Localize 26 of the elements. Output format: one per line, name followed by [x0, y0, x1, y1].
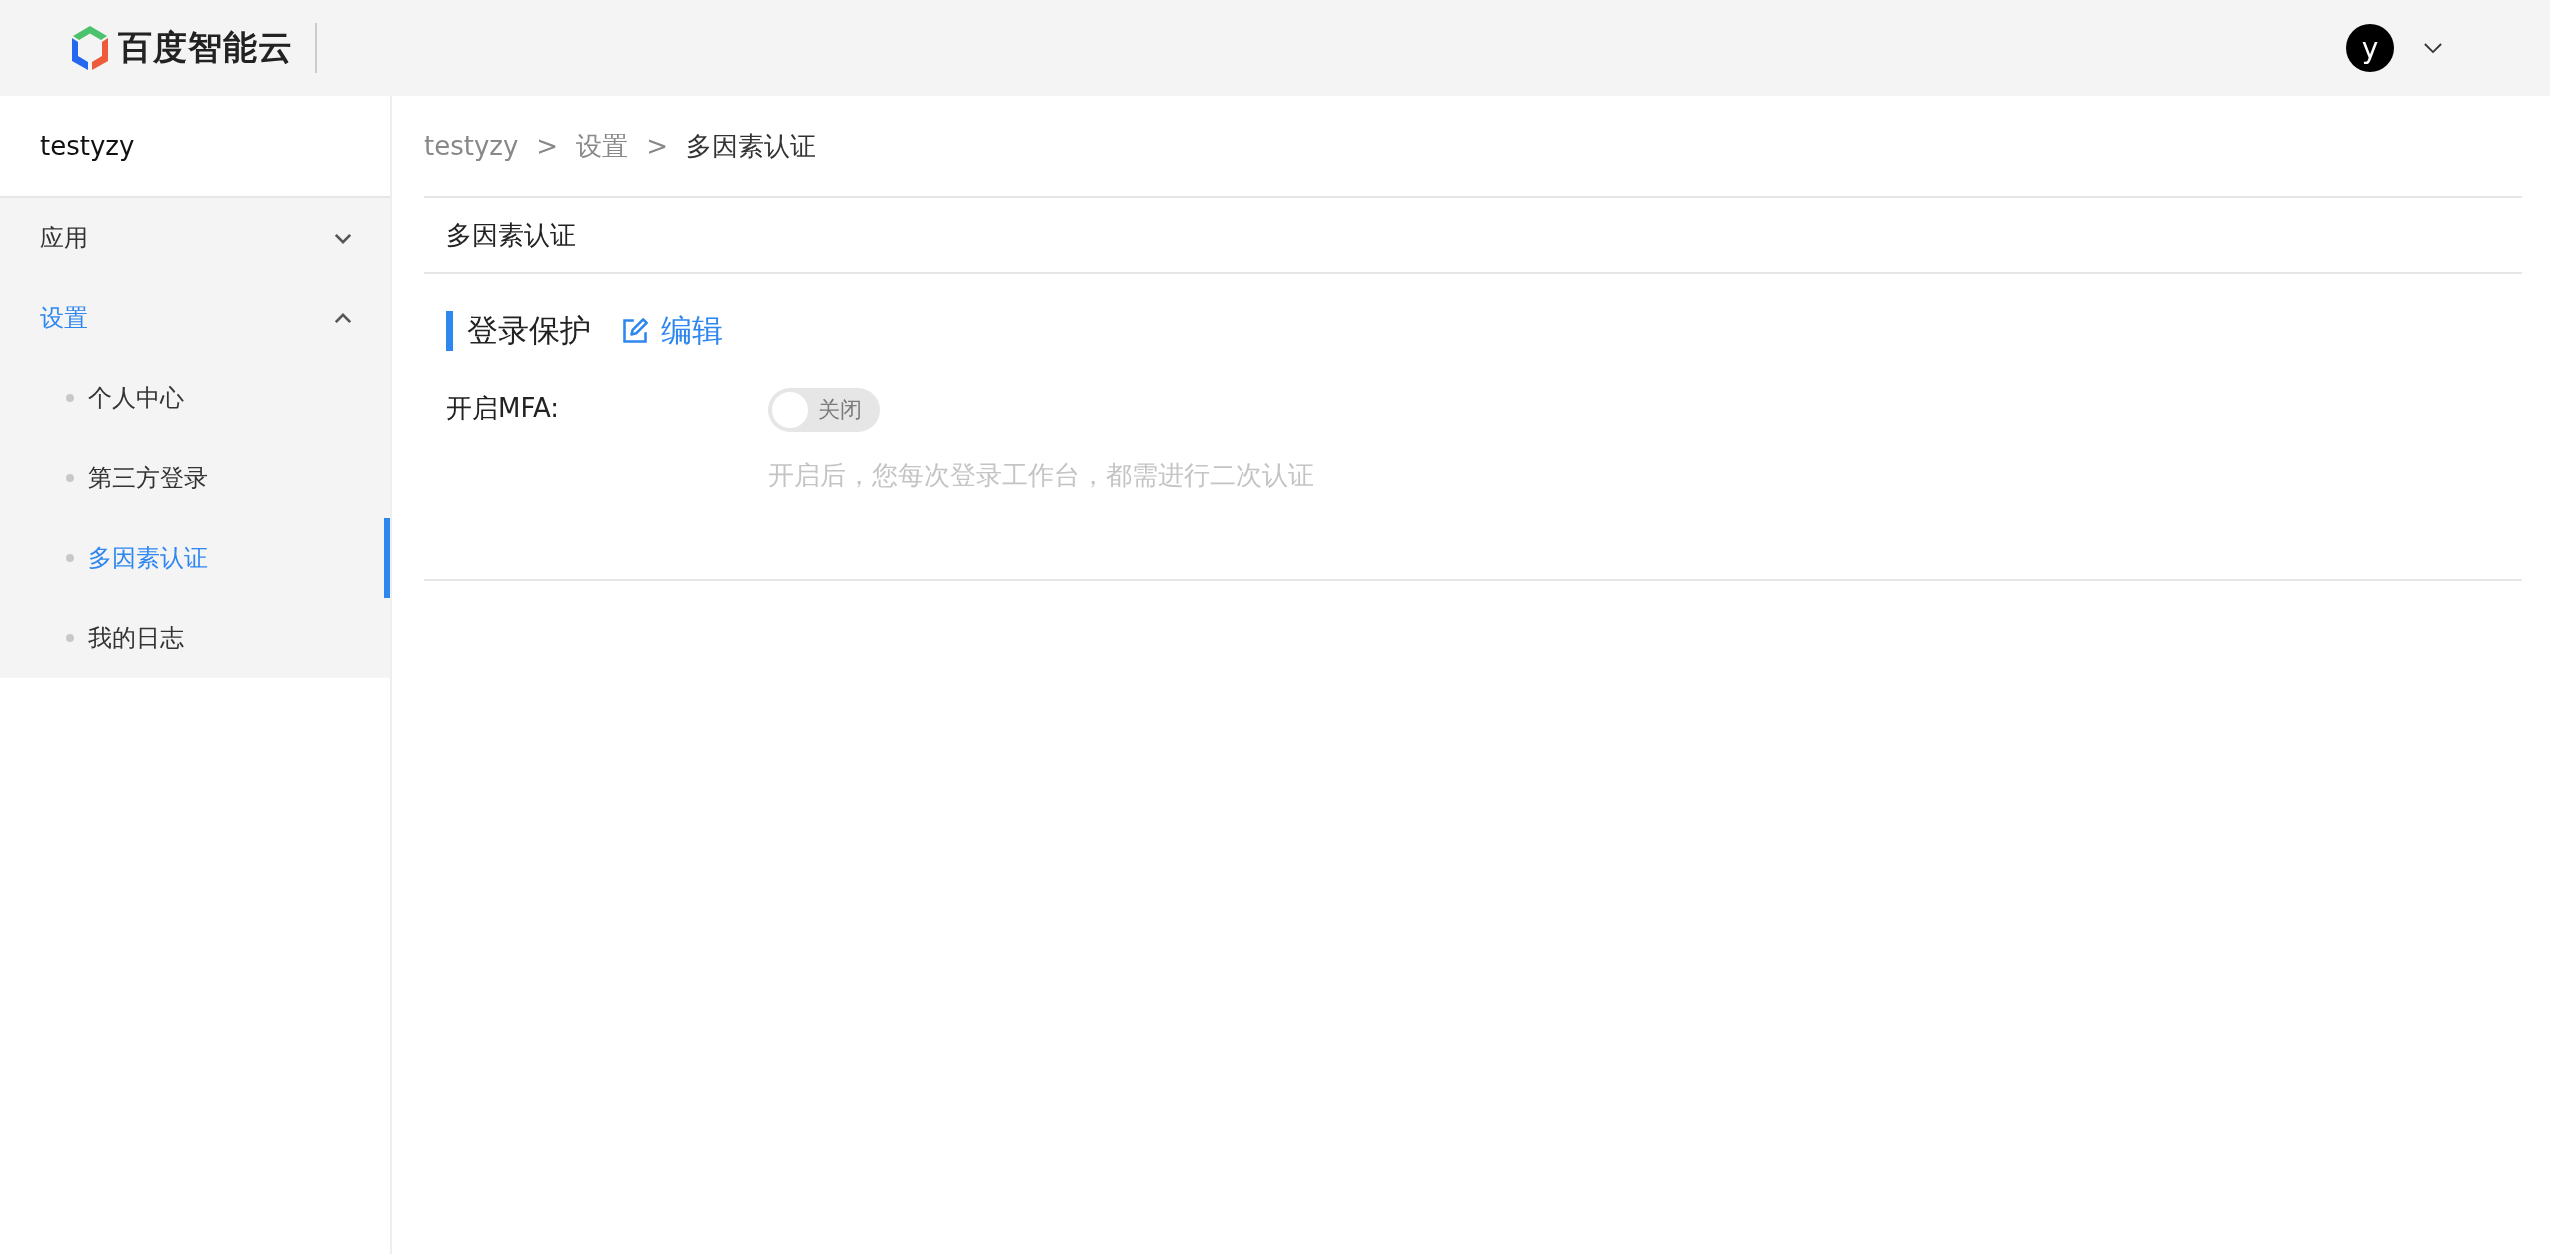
bullet-icon	[66, 554, 74, 562]
breadcrumb-item: 多因素认证	[685, 129, 816, 163]
caret-down-icon[interactable]	[2424, 42, 2442, 54]
section-title: 登录保护	[467, 311, 591, 350]
logo-icon	[70, 24, 110, 72]
breadcrumb-item[interactable]: 设置	[576, 128, 629, 164]
field-label: 开启MFA:	[446, 392, 561, 425]
breadcrumb-separator: >	[646, 131, 668, 161]
section-marker	[446, 311, 453, 351]
edit-link[interactable]: 编辑	[621, 310, 723, 352]
bullet-icon	[66, 394, 74, 402]
sidebar-menu-item[interactable]: 应用	[0, 198, 390, 278]
sidebar-submenu-item[interactable]: 我的日志	[0, 598, 390, 678]
bullet-icon	[66, 474, 74, 482]
breadcrumb-item[interactable]: testyzy	[424, 131, 519, 161]
sidebar-submenu-item[interactable]: 个人中心	[0, 358, 390, 438]
card-title: 多因素认证	[424, 198, 2522, 274]
breadcrumb-separator: >	[536, 131, 559, 161]
bullet-icon	[66, 634, 74, 642]
edit-icon	[621, 317, 649, 345]
user-avatar[interactable]: y	[2346, 24, 2394, 72]
chevron-down-icon	[334, 232, 352, 244]
help-text: 开启后，您每次登录工作台，都需进行二次认证	[768, 459, 1314, 492]
chevron-up-icon	[334, 312, 352, 324]
sidebar-submenu-item[interactable]: 第三方登录	[0, 438, 390, 518]
logo-text[interactable]: 百度智能云	[118, 25, 293, 71]
